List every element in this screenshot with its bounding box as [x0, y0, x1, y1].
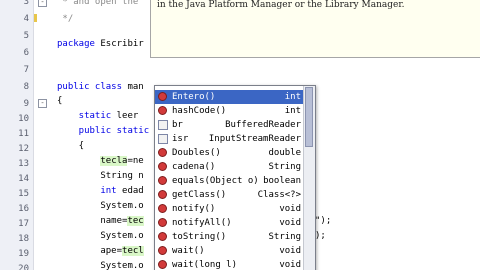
code-text: =ne — [127, 156, 144, 166]
line-number: 7 — [23, 65, 29, 75]
completion-item[interactable]: isr InputStreamReader — [155, 132, 303, 146]
method-icon — [158, 260, 167, 269]
completion-item[interactable]: Doubles() double — [155, 146, 303, 160]
line-number-gutter: 3 4 5 6 7 8 9 10 11 12 13 14 15 16 17 18… — [0, 0, 34, 270]
scrollbar-thumb[interactable] — [305, 87, 313, 147]
completion-item-type: int — [284, 106, 301, 116]
completion-item-name: equals(Object o) — [172, 176, 259, 186]
javadoc-popup: in the Java Platform Manager or the Libr… — [150, 0, 480, 58]
method-icon — [158, 190, 167, 199]
keyword: static — [57, 111, 112, 121]
code-text: name= — [57, 216, 128, 226]
highlighted-variable: tecla — [100, 156, 128, 166]
code-text: man — [122, 82, 144, 92]
keyword: public class — [57, 82, 123, 92]
completion-item-name: notify() — [172, 204, 216, 214]
completion-item-type: boolean — [263, 176, 301, 186]
line-number: 6 — [23, 48, 29, 58]
code-line: System.o — [57, 261, 144, 270]
completion-item[interactable]: notify() void — [155, 202, 303, 216]
method-icon — [158, 218, 167, 227]
completion-item[interactable]: wait() void — [155, 244, 303, 258]
fold-toggle-icon[interactable]: - — [38, 0, 47, 7]
completion-item-type: BufferedReader — [225, 120, 301, 130]
method-icon — [158, 232, 167, 241]
completion-item-name: hashCode() — [172, 106, 227, 116]
line-number: 5 — [23, 31, 29, 41]
completion-item-type: void — [279, 204, 301, 214]
javadoc-text: in the Java Platform Manager or the Libr… — [157, 0, 405, 10]
method-icon — [158, 92, 167, 101]
completion-item-type: String — [268, 232, 301, 242]
code-line: package Escribir — [57, 36, 144, 53]
line-number: 20 — [18, 264, 29, 270]
completion-item-type: InputStreamReader — [208, 134, 301, 144]
completion-item-name: br — [172, 120, 183, 130]
completion-item-name: Entero() — [172, 92, 216, 102]
completion-item-type: Class<?> — [257, 190, 301, 200]
line-number: 4 — [23, 14, 29, 24]
keyword: package — [57, 39, 95, 49]
fold-toggle-icon[interactable]: - — [38, 99, 47, 108]
method-icon — [158, 162, 167, 171]
code-editor[interactable]: 3 4 5 6 7 8 9 10 11 12 13 14 15 16 17 18… — [0, 0, 480, 270]
method-icon — [158, 148, 167, 157]
code-line: public class man — [57, 79, 144, 96]
completion-item-type: void — [279, 260, 301, 270]
completion-item-type: String — [268, 162, 301, 172]
code-text: leer — [111, 111, 139, 121]
completion-item[interactable]: toString() String — [155, 230, 303, 244]
code-text: ape= — [57, 246, 123, 256]
method-icon — [158, 246, 167, 255]
completion-item-name: wait() — [172, 246, 205, 256]
line-number: 3 — [23, 0, 29, 7]
keyword: public static — [57, 126, 150, 136]
completion-scrollbar[interactable] — [303, 86, 315, 270]
code-completion-popup[interactable]: Entero() int hashCode() int br BufferedReader… — [154, 85, 316, 270]
completion-item[interactable]: br BufferedReader — [155, 118, 303, 132]
completion-item[interactable]: getClass() Class<?> — [155, 188, 303, 202]
completion-item[interactable]: wait(long l) void — [155, 258, 303, 270]
field-icon — [158, 134, 168, 144]
line-number: 8 — [23, 82, 29, 92]
completion-item-name: isr — [172, 134, 189, 144]
completion-item-type: void — [279, 246, 301, 256]
code-line: * and open the — [57, 0, 139, 7]
completion-item[interactable]: cadena() String — [155, 160, 303, 174]
completion-item-name: notifyAll() — [172, 218, 232, 228]
highlighted-variable: tec — [127, 216, 144, 226]
completion-item[interactable]: notifyAll() void — [155, 216, 303, 230]
completion-item-type: int — [284, 92, 301, 102]
completion-item-name: getClass() — [172, 190, 227, 200]
completion-item-type: void — [279, 218, 301, 228]
code-text: Escribir — [94, 39, 144, 49]
field-icon — [158, 120, 168, 130]
completion-item-name: toString() — [172, 232, 227, 242]
completion-item-name: wait(long l) — [172, 260, 238, 270]
method-icon — [158, 176, 167, 185]
completion-item[interactable]: hashCode() int — [155, 104, 303, 118]
keyword: int — [57, 186, 117, 196]
code-tail: ); — [315, 231, 326, 241]
highlighted-variable: tecl — [122, 246, 144, 256]
change-marker — [34, 14, 37, 22]
completion-item-name: cadena() — [172, 162, 216, 172]
completion-item-name: Doubles() — [172, 148, 221, 158]
method-icon — [158, 106, 167, 115]
code-text: edad — [116, 186, 144, 196]
completion-item[interactable]: Entero() int — [155, 90, 303, 104]
code-line: */ — [57, 14, 74, 24]
completion-item-type: double — [268, 148, 301, 158]
method-icon — [158, 204, 167, 213]
completion-item[interactable]: equals(Object o) boolean — [155, 174, 303, 188]
